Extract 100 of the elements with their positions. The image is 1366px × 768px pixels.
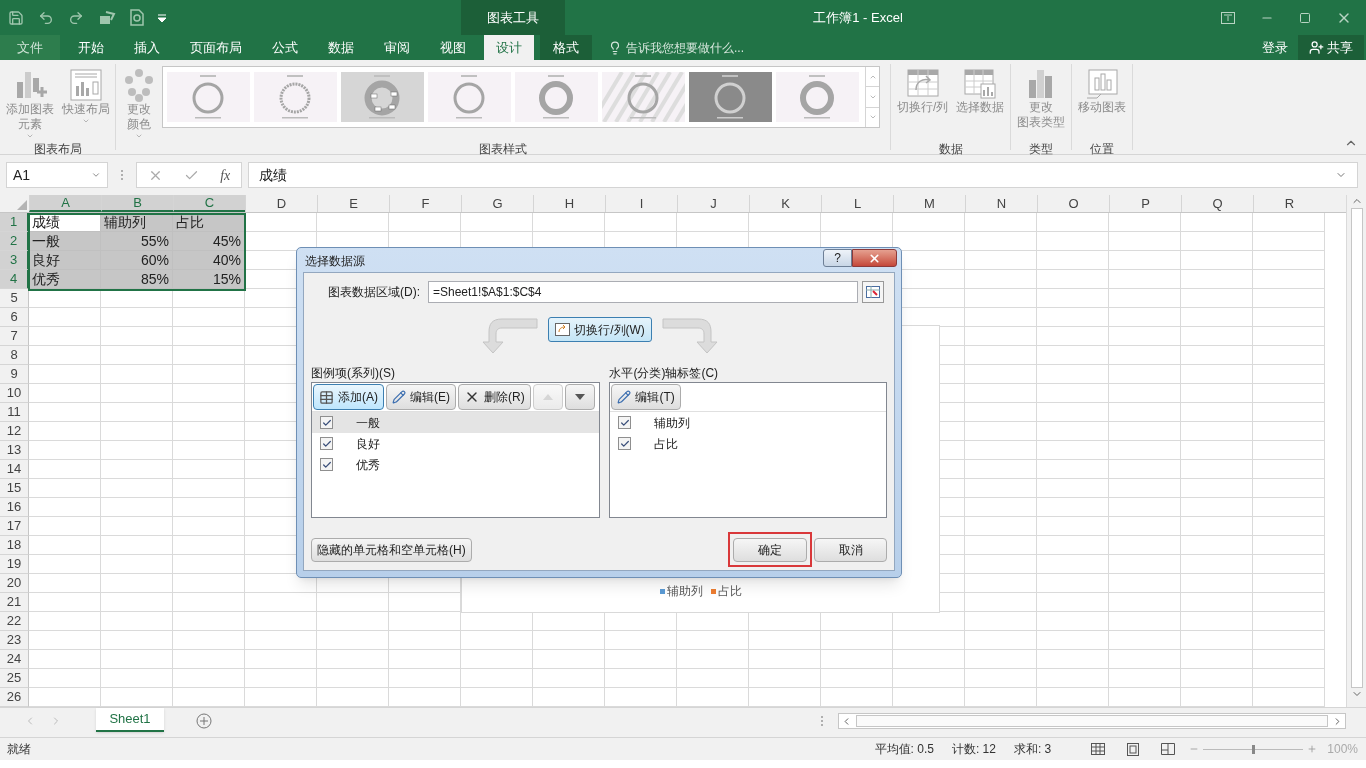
toolbar-button[interactable]: 删除(R) <box>458 384 531 410</box>
row-header[interactable]: 13 <box>0 441 29 460</box>
row-header[interactable]: 5 <box>0 289 29 308</box>
print-preview-icon[interactable] <box>130 9 144 26</box>
page-layout-icon[interactable] <box>1127 742 1140 756</box>
checkbox[interactable] <box>320 416 333 429</box>
chart-style-thumbnail[interactable] <box>428 72 511 122</box>
move-down-button[interactable] <box>564 384 595 410</box>
name-box[interactable]: A1 <box>6 162 108 188</box>
switch-row-column-button[interactable]: 切换行/列(W) <box>548 317 652 342</box>
redo-icon[interactable] <box>68 9 84 26</box>
ribbon-tab[interactable]: 页面布局 <box>178 35 254 60</box>
row-header[interactable]: 2 <box>0 232 29 251</box>
horizontal-scrollbar[interactable] <box>838 713 1346 729</box>
tell-me-search[interactable]: 告诉我您想要做什么... <box>626 38 744 57</box>
normal-view-icon[interactable] <box>1091 743 1106 755</box>
customize-caret-icon[interactable] <box>158 13 166 22</box>
zoom-slider[interactable] <box>1203 744 1304 754</box>
row-header[interactable]: 1 <box>0 213 29 232</box>
column-header[interactable]: P <box>1109 195 1181 212</box>
collapse-range-button[interactable] <box>862 281 884 303</box>
row-header[interactable]: 18 <box>0 536 29 555</box>
select-all-icon[interactable] <box>17 200 27 210</box>
row-header[interactable]: 12 <box>0 422 29 441</box>
save-icon[interactable] <box>8 9 24 26</box>
row-header[interactable]: 20 <box>0 574 29 593</box>
ribbon-tab[interactable]: 公式 <box>260 35 310 60</box>
row-header[interactable]: 11 <box>0 403 29 422</box>
vertical-scrollbar[interactable] <box>1346 195 1366 707</box>
row-header[interactable]: 7 <box>0 327 29 346</box>
ribbon-tab[interactable]: 文件 <box>0 35 60 60</box>
undo-icon[interactable] <box>38 9 54 26</box>
toolbar-button[interactable]: 添加(A) <box>313 384 384 410</box>
sign-in-link[interactable]: 登录 <box>1252 35 1298 60</box>
hidden-cells-button[interactable]: 隐藏的单元格和空单元格(H) <box>311 537 472 562</box>
list-item[interactable]: 优秀 <box>312 454 600 475</box>
column-header[interactable]: F <box>389 195 461 212</box>
chart-style-thumbnail[interactable] <box>776 72 859 122</box>
column-header[interactable]: C <box>173 195 245 212</box>
row-header[interactable]: 19 <box>0 555 29 574</box>
formula-field[interactable]: 成绩 <box>248 162 1358 188</box>
ribbon-tab[interactable]: 设计 <box>484 35 534 60</box>
add-sheet-icon[interactable] <box>196 713 212 729</box>
ribbon-tab[interactable]: 数据 <box>316 35 366 60</box>
row-header[interactable]: 25 <box>0 669 29 688</box>
checkbox[interactable] <box>320 458 333 471</box>
column-header[interactable]: E <box>317 195 389 212</box>
row-header[interactable]: 23 <box>0 631 29 650</box>
toolbar-button[interactable]: 编辑(T) <box>611 384 681 410</box>
ok-button[interactable]: 确定 <box>733 538 807 562</box>
help-button[interactable]: ? <box>823 249 852 267</box>
list-item[interactable]: 辅助列 <box>610 412 886 433</box>
gallery-down-button[interactable] <box>866 86 879 108</box>
toolbar-button[interactable]: 编辑(E) <box>386 384 456 410</box>
column-header[interactable]: D <box>245 195 317 212</box>
ribbon-tab[interactable]: 插入 <box>122 35 172 60</box>
page-break-icon[interactable] <box>1161 743 1176 755</box>
column-header[interactable]: Q <box>1181 195 1253 212</box>
close-button[interactable] <box>852 249 897 267</box>
column-header[interactable]: B <box>101 195 173 212</box>
row-header[interactable]: 15 <box>0 479 29 498</box>
zoom-slider-thumb[interactable] <box>1252 744 1256 754</box>
insert-function-button[interactable]: fx <box>220 164 231 186</box>
list-item[interactable]: 一般 <box>312 412 600 433</box>
row-header[interactable]: 21 <box>0 593 29 612</box>
row-header[interactable]: 3 <box>0 251 29 270</box>
ribbon-tab[interactable]: 开始 <box>66 35 116 60</box>
row-header[interactable]: 16 <box>0 498 29 517</box>
checkbox[interactable] <box>320 437 333 450</box>
column-header[interactable]: M <box>893 195 965 212</box>
row-header[interactable]: 10 <box>0 384 29 403</box>
ribbon-tab[interactable]: 视图 <box>428 35 478 60</box>
column-header[interactable]: I <box>605 195 677 212</box>
column-header[interactable]: O <box>1037 195 1109 212</box>
row-header[interactable]: 26 <box>0 688 29 707</box>
row-header[interactable]: 24 <box>0 650 29 669</box>
column-header[interactable]: G <box>461 195 533 212</box>
cancel-button[interactable]: 取消 <box>814 537 887 562</box>
ribbon-tab[interactable]: 格式 <box>540 35 592 60</box>
range-field[interactable]: =Sheet1!$A$1:$C$4 <box>428 281 858 303</box>
column-header[interactable]: A <box>29 195 101 212</box>
column-header[interactable]: H <box>533 195 605 212</box>
row-header[interactable]: 17 <box>0 517 29 536</box>
checkbox[interactable] <box>618 437 632 450</box>
chart-style-thumbnail[interactable] <box>167 72 250 122</box>
column-header[interactable]: R <box>1253 195 1325 212</box>
row-header[interactable]: 14 <box>0 460 29 479</box>
chart-style-thumbnail[interactable] <box>515 72 598 122</box>
share-button[interactable]: 共享 <box>1298 35 1364 60</box>
maximize-icon[interactable] <box>1299 11 1311 24</box>
chart-style-thumbnail[interactable] <box>341 72 424 122</box>
checkbox[interactable] <box>618 416 632 429</box>
row-header[interactable]: 22 <box>0 612 29 631</box>
chart-style-thumbnail[interactable] <box>254 72 337 122</box>
column-header[interactable]: J <box>677 195 749 212</box>
row-header[interactable]: 9 <box>0 365 29 384</box>
list-item[interactable]: 占比 <box>610 433 886 454</box>
ribbon-display-icon[interactable] <box>1221 11 1235 24</box>
chart-style-thumbnail[interactable] <box>602 72 685 122</box>
row-header[interactable]: 4 <box>0 270 29 289</box>
